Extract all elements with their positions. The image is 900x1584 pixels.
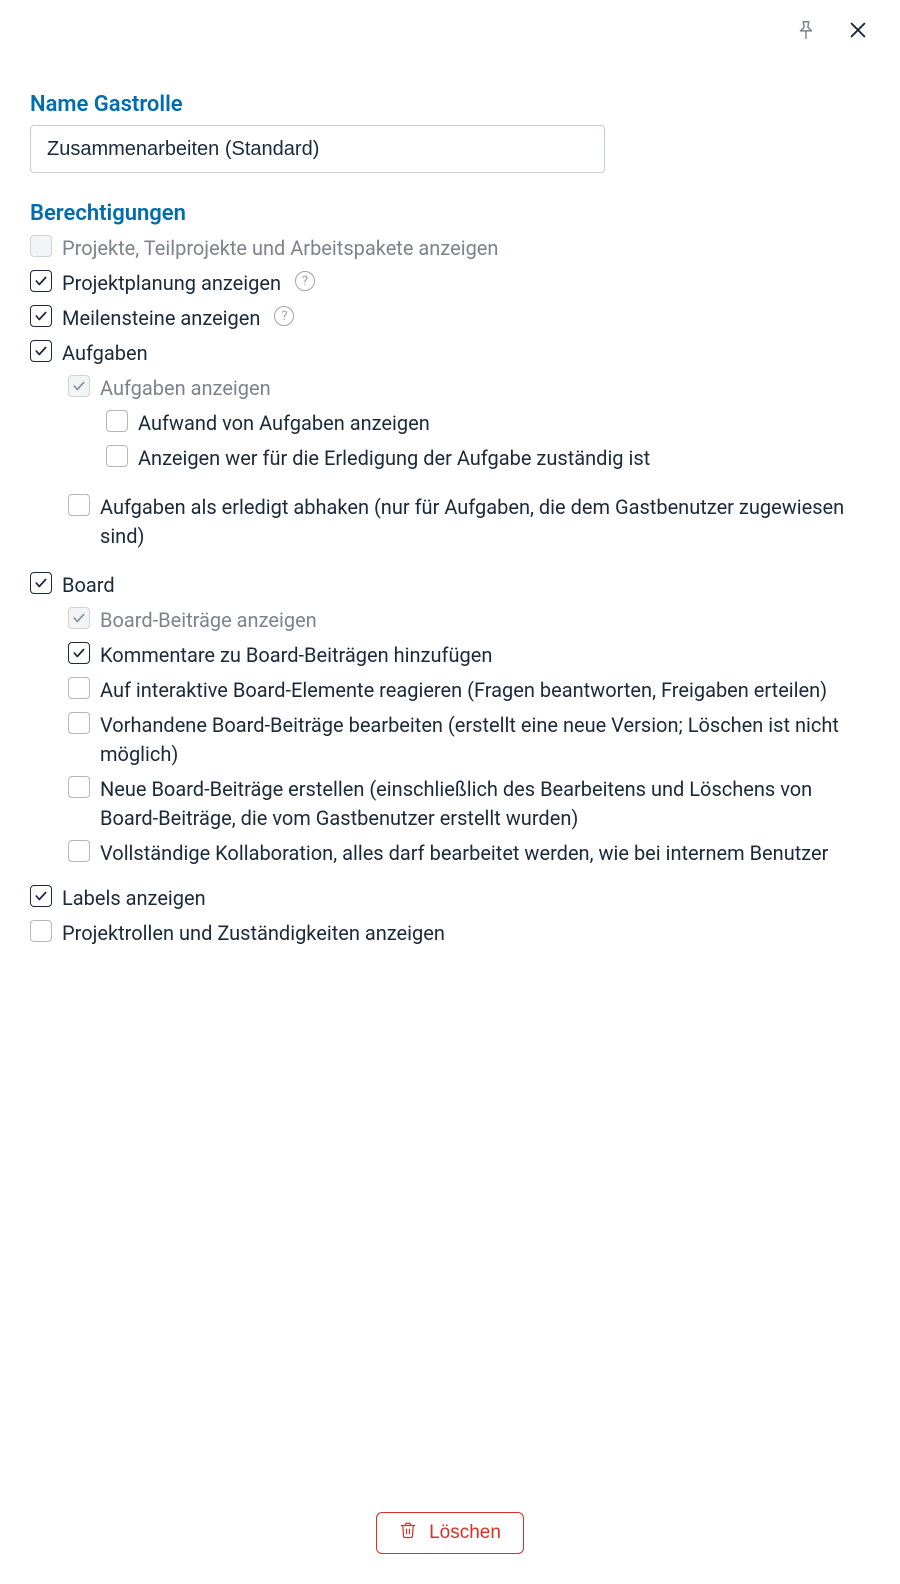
perm-board-react-label: Auf interaktive Board-Elemente reagieren… xyxy=(100,676,827,705)
perm-view-planning: Projektplanung anzeigen ? xyxy=(30,269,870,298)
perm-board-comment: Kommentare zu Board-Beiträgen hinzufügen xyxy=(30,641,870,670)
perm-labels-label: Labels anzeigen xyxy=(62,884,206,913)
perm-board-edit: Vorhandene Board-Beiträge bearbeiten (er… xyxy=(30,711,870,769)
perm-tasks-view-label: Aufgaben anzeigen xyxy=(100,374,271,403)
trash-icon xyxy=(399,1521,417,1545)
perm-board-view-label: Board-Beiträge anzeigen xyxy=(100,606,317,635)
checkbox-board-full[interactable] xyxy=(68,840,90,862)
checkbox-board-edit[interactable] xyxy=(68,712,90,734)
perm-tasks-responsible: Anzeigen wer für die Erledigung der Aufg… xyxy=(30,444,870,473)
checkbox-labels[interactable] xyxy=(30,885,52,907)
perm-view-projects-label: Projekte, Teilprojekte und Arbeitspakete… xyxy=(62,234,498,263)
close-icon[interactable] xyxy=(846,18,870,42)
perm-roles: Projektrollen und Zuständigkeiten anzeig… xyxy=(30,919,870,948)
perm-view-projects: Projekte, Teilprojekte und Arbeitspakete… xyxy=(30,234,870,263)
role-name-input[interactable] xyxy=(30,125,605,173)
perm-tasks-label: Aufgaben xyxy=(62,339,148,368)
panel-top-icons xyxy=(794,18,870,42)
name-label: Name Gastrolle xyxy=(30,92,870,117)
perm-board-create-label: Neue Board-Beiträge erstellen (einschlie… xyxy=(100,775,870,833)
perm-board: Board xyxy=(30,571,870,600)
perm-tasks: Aufgaben xyxy=(30,339,870,368)
perm-board-full: Vollständige Kollaboration, alles darf b… xyxy=(30,839,870,868)
help-icon[interactable]: ? xyxy=(274,306,294,326)
panel-content: Name Gastrolle Berechtigungen Projekte, … xyxy=(30,12,870,948)
checkbox-board-view xyxy=(68,607,90,629)
checkbox-view-projects xyxy=(30,235,52,257)
checkbox-board[interactable] xyxy=(30,572,52,594)
perm-view-milestones-label: Meilensteine anzeigen xyxy=(62,304,260,333)
pin-icon[interactable] xyxy=(794,18,818,42)
checkbox-tasks-effort[interactable] xyxy=(106,410,128,432)
perm-tasks-responsible-label: Anzeigen wer für die Erledigung der Aufg… xyxy=(138,444,650,473)
perm-tasks-checkoff: Aufgaben als erledigt abhaken (nur für A… xyxy=(30,493,870,551)
checkbox-board-comment[interactable] xyxy=(68,642,90,664)
perm-labels: Labels anzeigen xyxy=(30,884,870,913)
perm-tasks-effort: Aufwand von Aufgaben anzeigen xyxy=(30,409,870,438)
checkbox-tasks-checkoff[interactable] xyxy=(68,494,90,516)
perm-board-create: Neue Board-Beiträge erstellen (einschlie… xyxy=(30,775,870,833)
perm-view-milestones: Meilensteine anzeigen ? xyxy=(30,304,870,333)
guest-role-panel: Name Gastrolle Berechtigungen Projekte, … xyxy=(0,0,900,1584)
perm-tasks-effort-label: Aufwand von Aufgaben anzeigen xyxy=(138,409,430,438)
permissions-label: Berechtigungen xyxy=(30,201,870,226)
perm-board-label: Board xyxy=(62,571,115,600)
perm-tasks-checkoff-label: Aufgaben als erledigt abhaken (nur für A… xyxy=(100,493,870,551)
help-icon[interactable]: ? xyxy=(295,271,315,291)
panel-footer: Löschen xyxy=(0,1512,900,1554)
checkbox-view-planning[interactable] xyxy=(30,270,52,292)
perm-board-edit-label: Vorhandene Board-Beiträge bearbeiten (er… xyxy=(100,711,870,769)
permissions-section: Berechtigungen Projekte, Teilprojekte un… xyxy=(30,201,870,948)
checkbox-tasks[interactable] xyxy=(30,340,52,362)
perm-board-view: Board-Beiträge anzeigen xyxy=(30,606,870,635)
checkbox-tasks-responsible[interactable] xyxy=(106,445,128,467)
checkbox-board-react[interactable] xyxy=(68,677,90,699)
perm-view-planning-label: Projektplanung anzeigen xyxy=(62,269,281,298)
perm-board-comment-label: Kommentare zu Board-Beiträgen hinzufügen xyxy=(100,641,492,670)
perm-tasks-view: Aufgaben anzeigen xyxy=(30,374,870,403)
checkbox-tasks-view xyxy=(68,375,90,397)
checkbox-view-milestones[interactable] xyxy=(30,305,52,327)
checkbox-roles[interactable] xyxy=(30,920,52,942)
checkbox-board-create[interactable] xyxy=(68,776,90,798)
delete-button[interactable]: Löschen xyxy=(376,1512,524,1554)
perm-board-react: Auf interaktive Board-Elemente reagieren… xyxy=(30,676,870,705)
delete-button-label: Löschen xyxy=(429,1522,501,1544)
perm-board-full-label: Vollständige Kollaboration, alles darf b… xyxy=(100,839,828,868)
perm-roles-label: Projektrollen und Zuständigkeiten anzeig… xyxy=(62,919,445,948)
